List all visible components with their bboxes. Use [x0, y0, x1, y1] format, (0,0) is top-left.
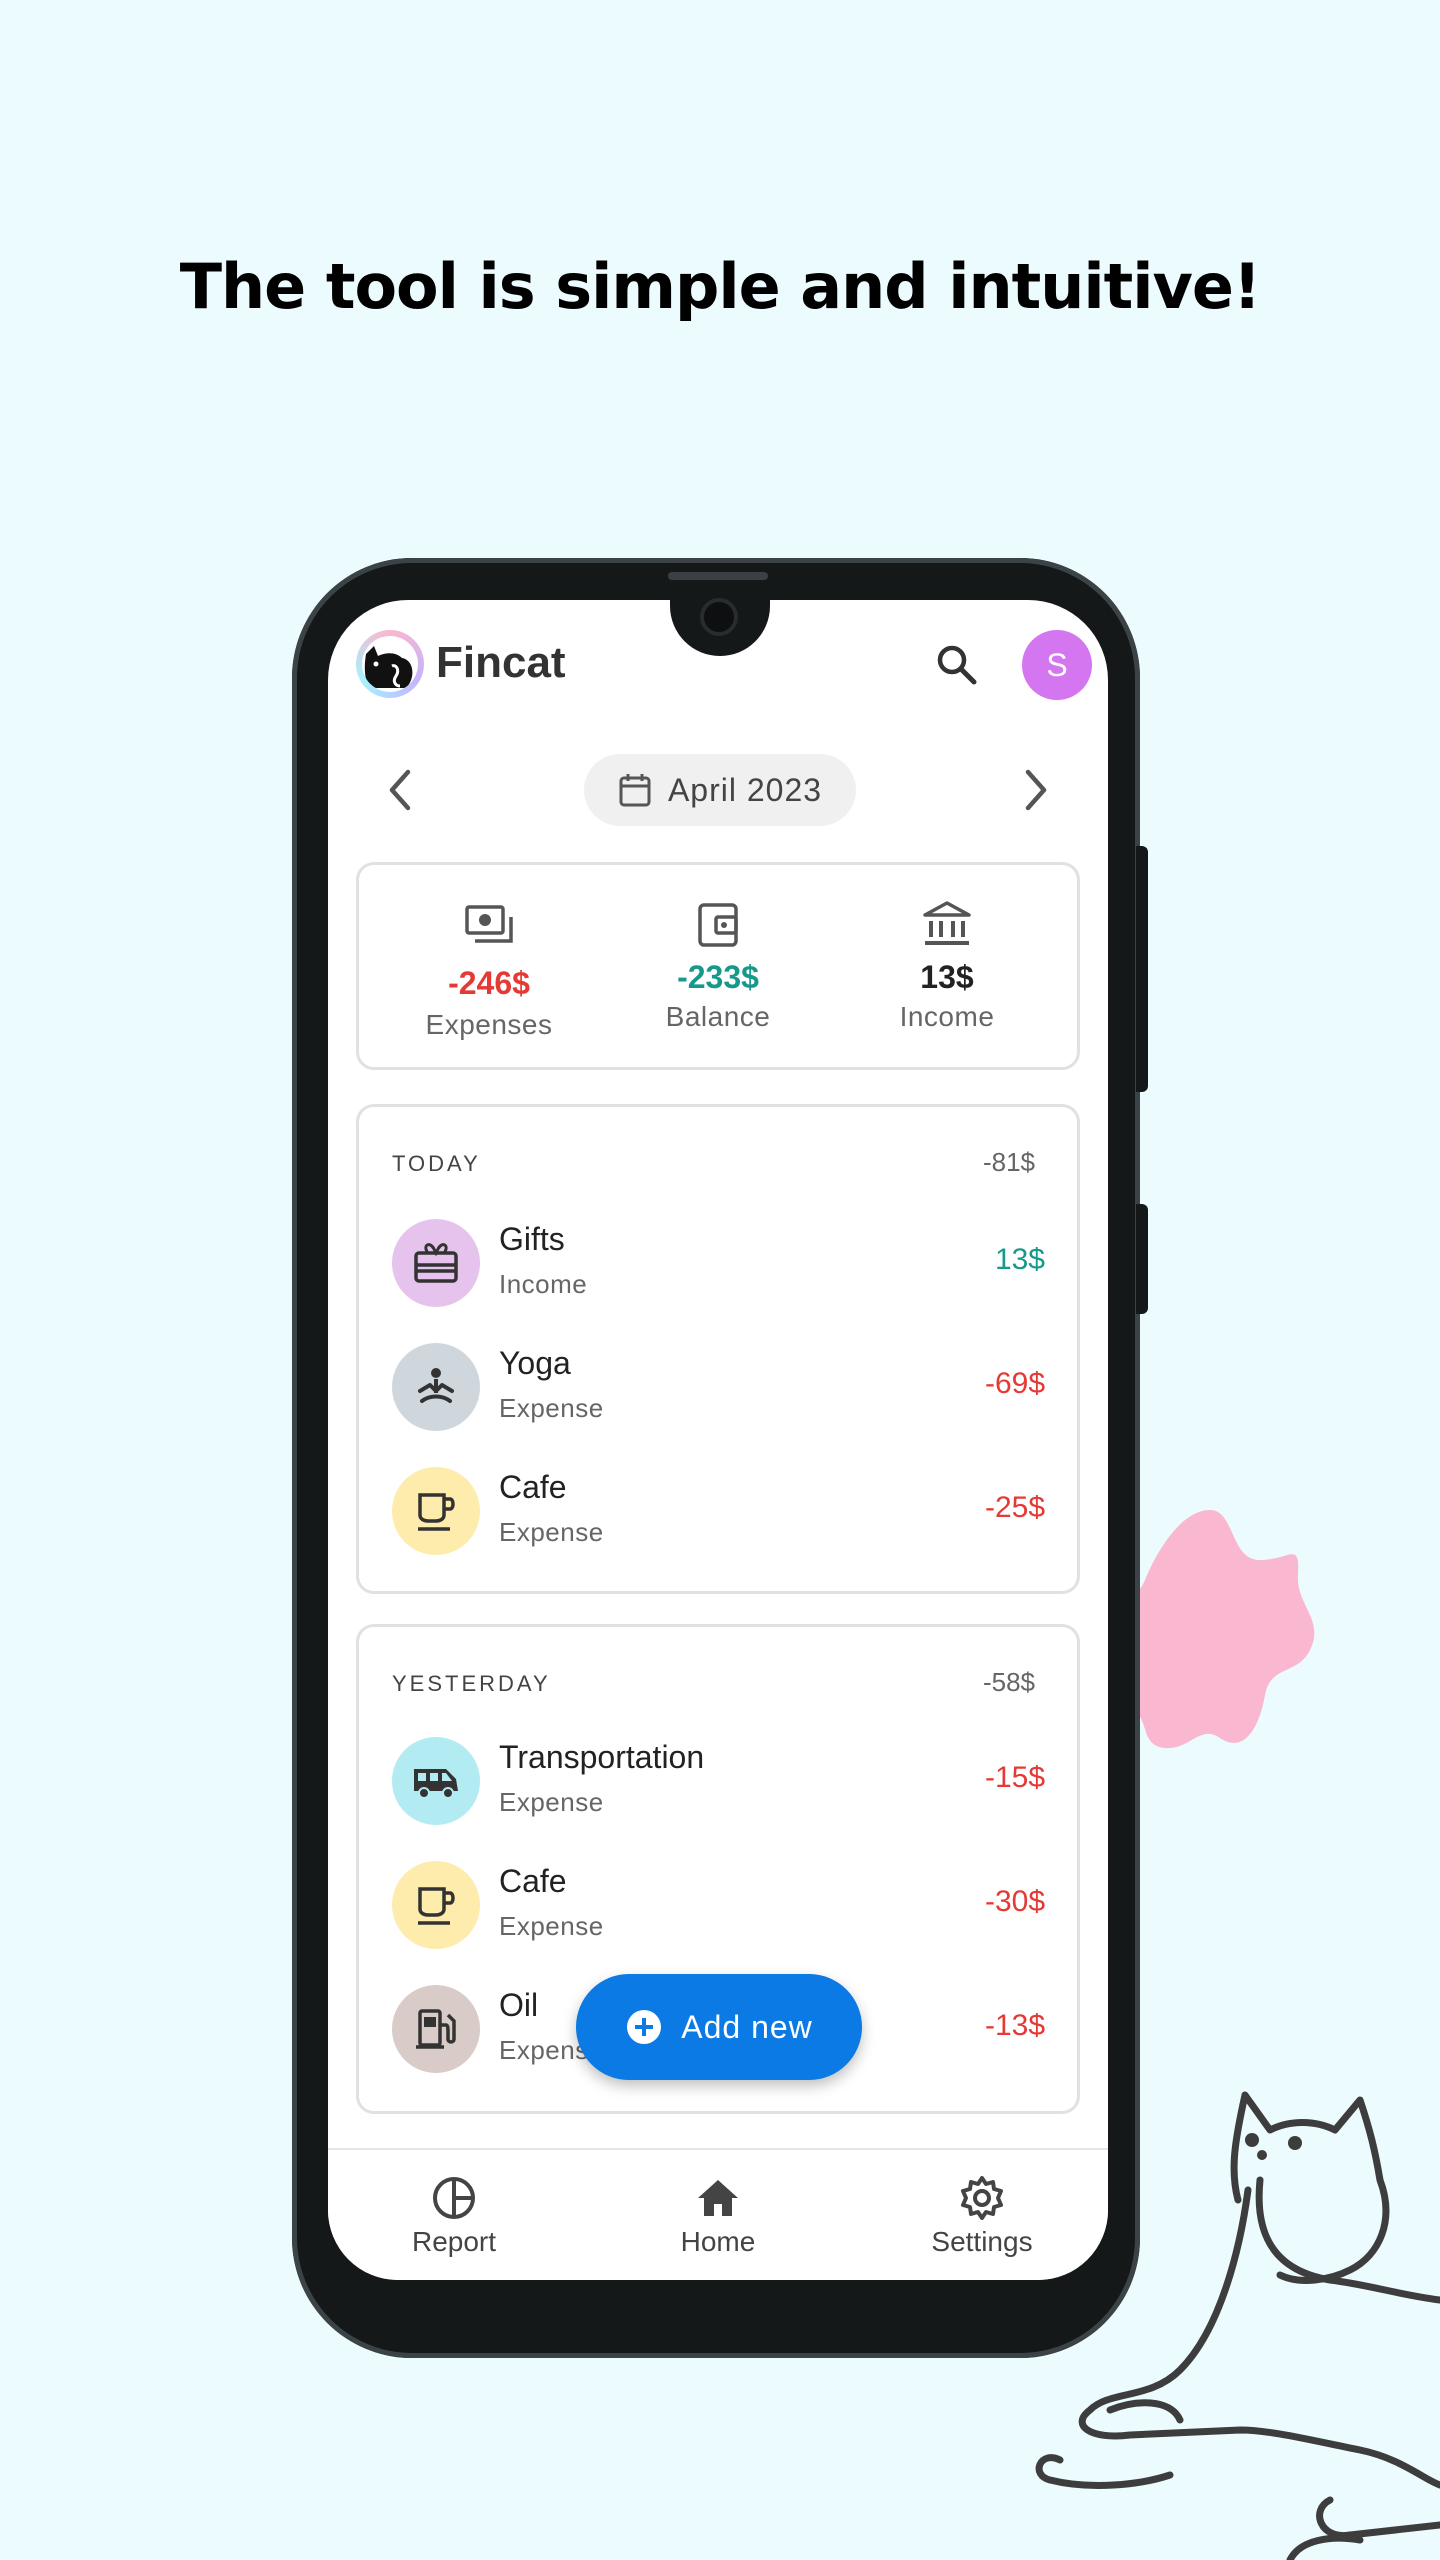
bank-icon: [923, 901, 971, 945]
transaction-name: Gifts: [499, 1221, 565, 1257]
balance-value: -233$: [677, 959, 759, 995]
chevron-right-icon[interactable]: [1014, 760, 1058, 820]
nav-label: Report: [411, 2226, 497, 2257]
phone-camera: [700, 598, 738, 636]
day-title: YESTERDAY: [392, 1671, 551, 1696]
calendar-icon: [619, 774, 651, 807]
pie-chart-icon: [433, 2177, 475, 2219]
transaction-amount: -25$: [984, 1491, 1045, 1524]
transaction-type: Expense: [499, 1911, 604, 1941]
day-card-today: TODAY -81$ Gifts Income 13$ Yoga Expense…: [356, 1104, 1080, 1594]
coffee-icon: [392, 1467, 480, 1555]
transaction-name: Cafe: [499, 1863, 567, 1899]
nav-item-settings[interactable]: Settings: [882, 2174, 1082, 2258]
transaction-amount: -15$: [984, 1761, 1045, 1794]
app-screen: Fincat S April 2023 -246$ Expenses -233$…: [328, 600, 1108, 2280]
app-logo: [356, 630, 424, 698]
app-title: Fincat: [436, 638, 566, 687]
gift-icon: [392, 1219, 480, 1307]
transaction-amount: 13$: [994, 1243, 1045, 1276]
income-label: Income: [899, 1001, 995, 1032]
summary-income[interactable]: 13$ Income: [827, 865, 1067, 1067]
nav-item-home[interactable]: Home: [618, 2174, 818, 2258]
day-total: -81$: [982, 1147, 1035, 1177]
day-total: -58$: [982, 1667, 1035, 1697]
van-icon: [392, 1737, 480, 1825]
fuel-icon: [392, 1985, 480, 2073]
transaction-type: Expense: [499, 1787, 604, 1817]
summary-card: -246$ Expenses -233$ Balance 13$ Income: [356, 862, 1080, 1070]
nav-item-report[interactable]: Report: [354, 2174, 554, 2258]
cash-icon: [465, 905, 513, 943]
transaction-amount: -13$: [984, 2009, 1045, 2042]
yoga-icon: [392, 1343, 480, 1431]
transaction-type: Income: [499, 1269, 588, 1299]
chevron-left-icon[interactable]: [378, 760, 422, 820]
phone-speaker: [668, 572, 768, 580]
income-value: 13$: [920, 959, 974, 995]
transaction-amount: -69$: [984, 1367, 1045, 1400]
nav-label: Home: [680, 2226, 756, 2257]
gear-icon: [961, 2176, 1003, 2220]
phone-side-button: [1136, 1204, 1148, 1314]
summary-expenses[interactable]: -246$ Expenses: [369, 865, 609, 1067]
day-title: TODAY: [392, 1151, 481, 1176]
month-selector[interactable]: April 2023: [584, 754, 856, 826]
transaction-name: Transportation: [499, 1739, 705, 1775]
cat-logo-icon: [364, 646, 413, 688]
expenses-label: Expenses: [425, 1009, 553, 1040]
transaction-row[interactable]: Cafe Expense -25$: [359, 1467, 1077, 1557]
headline: The tool is simple and intuitive!: [179, 250, 1262, 323]
transaction-row[interactable]: Transportation Expense -15$: [359, 1737, 1077, 1827]
expenses-value: -246$: [448, 965, 530, 1001]
balance-label: Balance: [665, 1001, 771, 1032]
plus-circle-icon: [627, 2010, 662, 2044]
nav-label: Settings: [931, 2226, 1033, 2257]
transaction-row[interactable]: Gifts Income 13$: [359, 1219, 1077, 1309]
home-icon: [698, 2180, 738, 2216]
transaction-row[interactable]: Cafe Expense -30$: [359, 1861, 1077, 1951]
transaction-amount: -30$: [984, 1885, 1045, 1918]
bottom-navigation: Report Home Settings: [328, 2148, 1108, 2280]
transaction-name: Cafe: [499, 1469, 567, 1505]
month-label: April 2023: [667, 771, 823, 808]
transaction-type: Expense: [499, 1393, 604, 1423]
transaction-type: Expense: [499, 1517, 604, 1547]
transaction-row[interactable]: Yoga Expense -69$: [359, 1343, 1077, 1433]
wallet-icon: [698, 903, 738, 947]
add-new-button[interactable]: Add new: [576, 1974, 862, 2080]
coffee-icon: [392, 1861, 480, 1949]
phone-side-button: [1136, 846, 1148, 1092]
transaction-name: Oil: [499, 1987, 539, 2023]
avatar[interactable]: S: [1022, 630, 1092, 700]
search-icon[interactable]: [932, 640, 980, 688]
transaction-name: Yoga: [499, 1345, 571, 1381]
add-new-label: Add new: [681, 2008, 813, 2045]
summary-balance[interactable]: -233$ Balance: [598, 865, 838, 1067]
